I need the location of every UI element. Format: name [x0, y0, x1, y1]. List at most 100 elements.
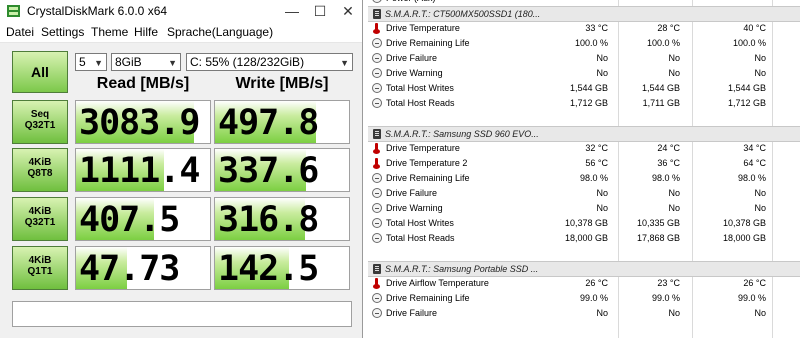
test-button[interactable]: 4KiB Q8T8 [12, 148, 68, 192]
sensor-row[interactable]: Total Host Writes 10,378 GB 10,335 GB 10,37… [368, 216, 800, 231]
menu-hilfe[interactable]: Hilfe [134, 25, 158, 39]
sensor-name: Total Host Writes [386, 218, 454, 228]
sensor-current-value: 33 °C [585, 23, 608, 33]
sensor-row[interactable]: Total Host Reads 1,712 GB 1,711 GB 1,712 GB [368, 96, 800, 111]
sensor-min-value: No [668, 68, 680, 78]
crystaldiskmark-app-icon [7, 5, 20, 17]
sensor-row[interactable]: Drive Temperature 32 °C 24 °C 34 °C [368, 141, 800, 156]
sensor-row[interactable]: Drive Temperature 33 °C 28 °C 40 °C [368, 21, 800, 36]
close-button[interactable]: ✕ [334, 0, 362, 22]
sensor-row[interactable]: Total Host Writes 1,544 GB 1,544 GB 1,544 G… [368, 81, 800, 96]
sensor-max-value: 100.0 % [732, 38, 766, 48]
minus-icon [372, 53, 382, 63]
sensor-row[interactable]: Drive Failure No No No [368, 306, 800, 321]
test-size-select[interactable]: 8GiB ▼ [111, 53, 181, 71]
test-label-queue: Q1T1 [27, 266, 53, 277]
test-label-type: 4KiB [28, 255, 52, 266]
sensor-max-value: 99.0 % [737, 293, 766, 303]
sensor-max-value: 64 °C [743, 158, 766, 168]
test-label-queue: Q8T8 [27, 168, 53, 179]
sensor-min-value: No [668, 203, 680, 213]
sensor-row[interactable]: Drive Remaining Life 100.0 % 100.0 % 100.0 … [368, 36, 800, 51]
sensor-name: Drive Failure [386, 308, 438, 318]
disk-icon [373, 264, 381, 274]
menu-datei[interactable]: Datei [6, 25, 34, 39]
sensor-row[interactable]: Drive Airflow Temperature 26 °C 23 °C 26 °C [368, 276, 800, 291]
sensor-max-value: 26 °C [743, 278, 766, 288]
sensor-max-value: 1,544 GB [727, 83, 766, 93]
minus-icon [372, 98, 382, 108]
sensor-current-value: 1,544 GB [569, 83, 608, 93]
write-result-cell: 316.8 [214, 197, 350, 241]
menu-language[interactable]: Sprache(Language) [167, 25, 273, 39]
sensor-min-value: 1,544 GB [641, 83, 680, 93]
sensor-group-header[interactable]: S.M.A.R.T.: Samsung SSD 960 EVO... [368, 126, 800, 142]
read-result-cell: 407.5 [75, 197, 211, 241]
sensor-min-value: 99.0 % [651, 293, 680, 303]
thermometer-icon [373, 158, 380, 169]
sensor-group-header[interactable]: S.M.A.R.T.: CT500MX500SSD1 (180... [368, 6, 800, 22]
sensor-group-header[interactable]: S.M.A.R.T.: Samsung Portable SSD ... [368, 261, 800, 277]
sensor-row[interactable]: Drive Remaining Life 98.0 % 98.0 % 98.0 % [368, 171, 800, 186]
sensor-min-value: 100.0 % [646, 38, 680, 48]
disk-icon [373, 129, 381, 139]
minus-icon [372, 68, 382, 78]
test-button[interactable]: 4KiB Q1T1 [12, 246, 68, 290]
sensor-name: Drive Remaining Life [386, 38, 470, 48]
sensor-max-value: 18,000 GB [722, 233, 766, 243]
disk-icon [373, 9, 381, 19]
sensor-name: Drive Temperature 2 [386, 158, 468, 168]
sensor-row[interactable]: Total Host Reads 18,000 GB 17,868 GB 18,000… [368, 231, 800, 246]
sensor-current-value: 56 °C [585, 158, 608, 168]
sensor-min-value: No [668, 188, 680, 198]
sensor-max-value: 1,712 GB [727, 98, 766, 108]
minimize-button[interactable]: — [278, 0, 306, 22]
menu-theme[interactable]: Theme [91, 25, 128, 39]
comment-field[interactable] [12, 301, 352, 327]
sensor-row[interactable]: Drive Remaining Life 99.0 % 99.0 % 99.0 % [368, 291, 800, 306]
drive-select[interactable]: C: 55% (128/232GiB) ▼ [186, 53, 353, 71]
sensor-row[interactable]: Drive Failure No No No [368, 186, 800, 201]
read-result-cell: 1111.4 [75, 148, 211, 192]
sensor-current-value: 26 °C [585, 278, 608, 288]
sensor-current-value: 100.0 % [574, 38, 608, 48]
read-result-cell: 3083.9 [75, 100, 211, 144]
test-button[interactable]: Seq Q32T1 [12, 100, 68, 144]
sensor-name: Total Host Reads [386, 233, 455, 243]
sensor-max-value: No [754, 203, 766, 213]
sensor-min-value: 24 °C [657, 143, 680, 153]
write-result-cell: 142.5 [214, 246, 350, 290]
sensor-row[interactable]: Drive Failure No No No [368, 51, 800, 66]
sensor-max-value: 40 °C [743, 23, 766, 33]
test-count-select[interactable]: 5 ▼ [75, 53, 107, 71]
minus-icon [372, 83, 382, 93]
write-result-value: 316.8 [218, 200, 319, 240]
sensor-min-value: 1,711 GB [642, 98, 680, 108]
write-result-cell: 337.6 [214, 148, 350, 192]
sensor-name: Drive Temperature [386, 23, 460, 33]
test-label-type: 4KiB [28, 206, 52, 217]
sensor-row[interactable]: Drive Warning No No No [368, 66, 800, 81]
sensor-min-value: 98.0 % [651, 173, 680, 183]
sensor-current-value: 18,000 GB [564, 233, 608, 243]
sensor-max-value: No [754, 308, 766, 318]
sensor-row[interactable]: Drive Warning No No No [368, 201, 800, 216]
sensor-current-value: No [596, 188, 608, 198]
test-button[interactable]: 4KiB Q32T1 [12, 197, 68, 241]
sensor-max-value: No [754, 68, 766, 78]
minus-icon [372, 188, 382, 198]
read-result-value: 1111.4 [79, 151, 200, 191]
all-button[interactable]: All [12, 51, 68, 93]
minus-icon [372, 308, 382, 318]
sensor-row[interactable]: Drive Temperature 2 56 °C 36 °C 64 °C [368, 156, 800, 171]
title-bar: CrystalDiskMark 6.0.0 x64 — ☐ ✕ [0, 0, 362, 22]
maximize-button[interactable]: ☐ [306, 0, 334, 22]
menu-settings[interactable]: Settings [41, 25, 84, 39]
chevron-down-icon: ▼ [94, 58, 103, 68]
menu-bar: Datei Settings Theme Hilfe Sprache(Langu… [0, 22, 362, 43]
read-result-value: 407.5 [79, 200, 180, 240]
sensor-current-value: 98.0 % [579, 173, 608, 183]
sensor-current-value: No [596, 68, 608, 78]
sensor-name: Drive Temperature [386, 143, 460, 153]
minus-icon [372, 173, 382, 183]
